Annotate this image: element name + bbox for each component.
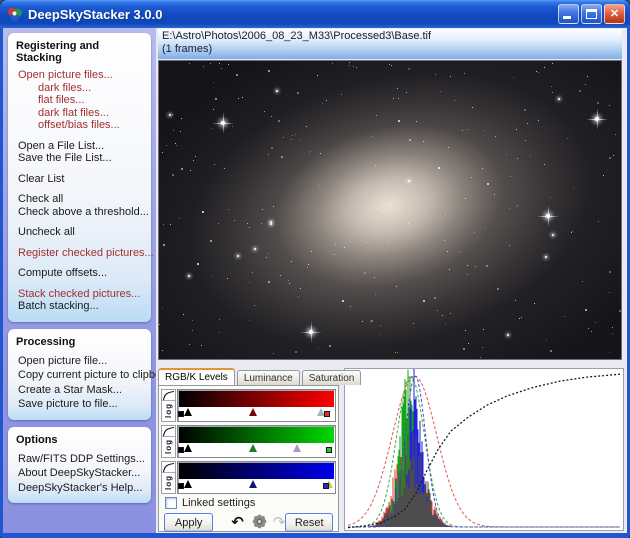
- red-slider: [177, 389, 336, 422]
- sidebar-item-check-above-a-threshold[interactable]: Check above a threshold...: [14, 206, 147, 219]
- levels-tabs: RGB/K LevelsLuminanceSaturation: [158, 368, 363, 385]
- sidebar-item-register-checked-pictures[interactable]: Register checked pictures...: [14, 247, 147, 260]
- red-log-column: log: [161, 389, 176, 422]
- app-icon: [7, 6, 23, 22]
- sidebar-item-create-a-star-mask[interactable]: Create a Star Mask...: [14, 384, 147, 397]
- sidebar-item-dark-flat-files[interactable]: dark flat files...: [14, 107, 147, 120]
- titlebar[interactable]: DeepSkyStacker 3.0.0 ✕: [0, 0, 630, 28]
- image-preview[interactable]: [158, 60, 622, 360]
- galaxy-image: [158, 60, 622, 360]
- green-log-curve-icon[interactable]: [162, 426, 175, 437]
- sidebar-item-clear-list[interactable]: Clear List: [14, 173, 147, 186]
- blue-marker-4[interactable]: [323, 483, 329, 489]
- sidebar-item-deepskystacker-s-help[interactable]: DeepSkyStacker's Help...: [14, 482, 147, 495]
- blue-marker-2[interactable]: [249, 480, 257, 488]
- frame-count: (1 frames): [162, 43, 622, 56]
- minimize-button[interactable]: [558, 4, 579, 24]
- sidebar-item-about-deepskystacker[interactable]: About DeepSkyStacker...: [14, 467, 147, 480]
- red-log-label: log: [164, 401, 173, 421]
- green-level-row: log: [161, 425, 336, 458]
- sidebar-item-open-picture-file[interactable]: Open picture file...: [14, 355, 147, 368]
- sidebar-item-check-all[interactable]: Check all: [14, 193, 147, 206]
- levels-panel: RGB/K LevelsLuminanceSaturation logloglo…: [158, 368, 340, 532]
- sidebar-item-compute-offsets[interactable]: Compute offsets...: [14, 267, 147, 280]
- blue-log-column: log: [161, 461, 176, 494]
- green-marker-2[interactable]: [249, 444, 257, 452]
- sidebar-item-flat-files[interactable]: flat files...: [14, 94, 147, 107]
- green-gradient-bar: [179, 427, 334, 443]
- red-log-curve-icon[interactable]: [162, 390, 175, 401]
- green-marker-1[interactable]: [184, 444, 192, 452]
- tab-rgb-k-levels[interactable]: RGB/K Levels: [158, 368, 235, 385]
- file-header: E:\Astro\Photos\2006_08_23_M33\Processed…: [158, 29, 622, 59]
- linked-settings-checkbox[interactable]: [165, 497, 177, 509]
- redo-icon[interactable]: ↷: [273, 515, 286, 530]
- window-title: DeepSkyStacker 3.0.0: [28, 7, 558, 22]
- sidebar-item-save-picture-to-file[interactable]: Save picture to file...: [14, 398, 147, 411]
- red-gradient-bar: [179, 391, 334, 407]
- red-markers: [179, 407, 334, 419]
- sidebar-item-uncheck-all[interactable]: Uncheck all: [14, 226, 147, 239]
- histogram-panel: [344, 368, 624, 531]
- undo-icon[interactable]: ↶: [231, 515, 244, 530]
- sidebar-item-stack-checked-pictures[interactable]: Stack checked pictures...: [14, 288, 147, 301]
- maximize-button[interactable]: [581, 4, 602, 24]
- green-log-column: log: [161, 425, 176, 458]
- blue-marker-1[interactable]: [184, 480, 192, 488]
- red-marker-4[interactable]: [324, 411, 330, 417]
- linked-settings-label: Linked settings: [182, 497, 255, 509]
- blue-slider: [177, 461, 336, 494]
- reset-button[interactable]: Reset: [285, 513, 333, 532]
- process-wheel-icon[interactable]: [252, 514, 267, 532]
- sidebar-section-processing: Processing Open picture file...Copy curre…: [8, 329, 151, 420]
- sidebar-item-copy-current-picture-to-clipboard[interactable]: Copy current picture to clipboard: [14, 369, 147, 382]
- red-level-row: log: [161, 389, 336, 422]
- apply-button[interactable]: Apply: [164, 513, 213, 532]
- sidebar-section-registering-and-stacking: Registering and StackingOpen picture fil…: [8, 33, 151, 322]
- section-title: Options: [14, 432, 147, 451]
- section-title: Registering and Stacking: [14, 38, 147, 69]
- section-title: Processing: [14, 334, 147, 353]
- sidebar-item-dark-files[interactable]: dark files...: [14, 82, 147, 95]
- sidebar-item-save-the-file-list[interactable]: Save the File List...: [14, 152, 147, 165]
- client-area: Registering and StackingOpen picture fil…: [3, 28, 627, 533]
- blue-gradient-bar: [179, 463, 334, 479]
- file-path: E:\Astro\Photos\2006_08_23_M33\Processed…: [162, 30, 622, 43]
- blue-level-row: log: [161, 461, 336, 494]
- sidebar-section-options: Options Raw/FITS DDP Settings...About Dee…: [8, 427, 151, 504]
- app-window: DeepSkyStacker 3.0.0 ✕ Registering and S…: [0, 0, 630, 538]
- blue-log-curve-icon[interactable]: [162, 462, 175, 473]
- sidebar-item-open-a-file-list[interactable]: Open a File List...: [14, 140, 147, 153]
- sidebar-item-open-picture-files[interactable]: Open picture files...: [14, 69, 147, 82]
- green-slider: [177, 425, 336, 458]
- green-marker-4[interactable]: [326, 447, 332, 453]
- tab-luminance[interactable]: Luminance: [237, 370, 300, 385]
- rgbk-levels-page: log log log Linked settings Apply ↶: [158, 385, 339, 532]
- green-marker-3[interactable]: [293, 444, 301, 452]
- green-markers: [179, 443, 334, 455]
- green-log-label: log: [164, 437, 173, 457]
- sidebar-item-raw-fits-ddp-settings[interactable]: Raw/FITS DDP Settings...: [14, 453, 147, 466]
- sidebar: Registering and StackingOpen picture fil…: [3, 28, 156, 533]
- tab-saturation[interactable]: Saturation: [302, 370, 362, 385]
- sidebar-item-batch-stacking[interactable]: Batch stacking...: [14, 300, 147, 313]
- blue-markers: [179, 479, 334, 491]
- blue-log-label: log: [164, 473, 173, 493]
- red-marker-1[interactable]: [184, 408, 192, 416]
- close-button[interactable]: ✕: [604, 4, 625, 24]
- red-marker-2[interactable]: [249, 408, 257, 416]
- sidebar-item-offset-bias-files[interactable]: offset/bias files...: [14, 119, 147, 132]
